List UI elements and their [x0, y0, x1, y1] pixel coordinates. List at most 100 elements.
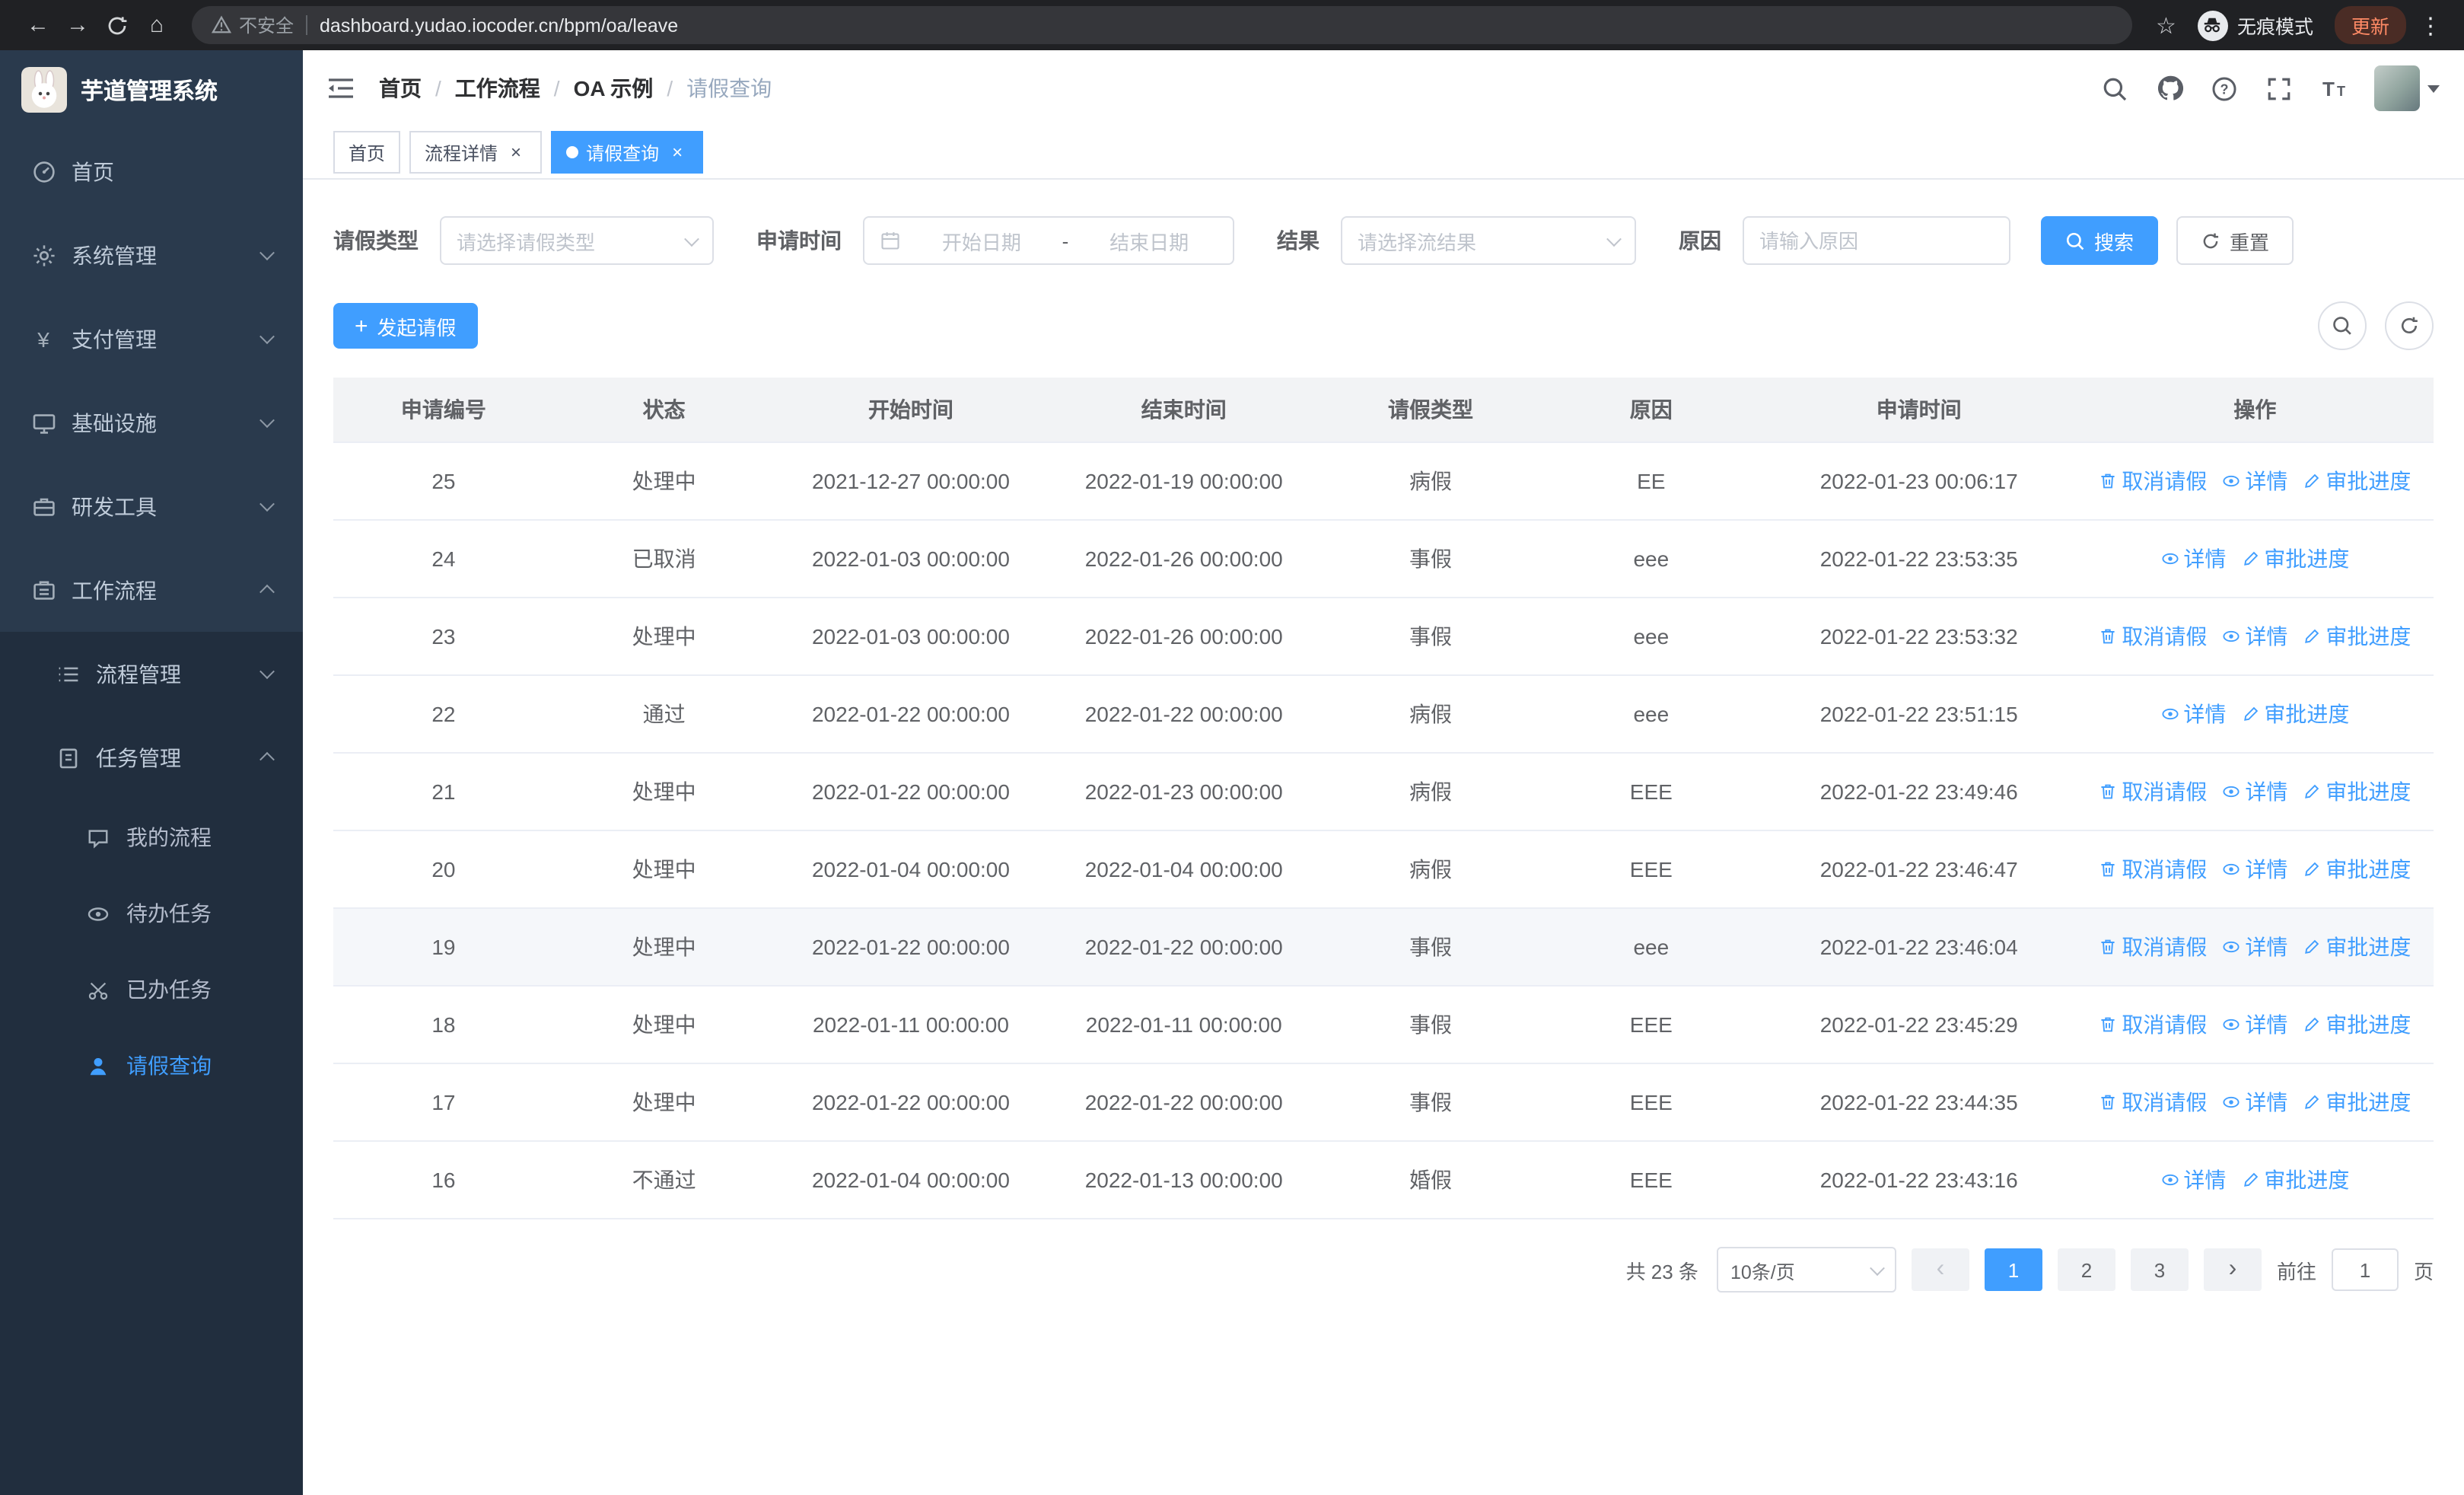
- create-leave-button[interactable]: + 发起请假: [333, 303, 478, 349]
- sidebar-item-payment[interactable]: ¥ 支付管理: [0, 297, 303, 381]
- result-select[interactable]: 请选择流结果: [1341, 216, 1636, 265]
- tab-leave-query[interactable]: 请假查询 ×: [551, 131, 704, 174]
- sidebar-item-devtools[interactable]: 研发工具: [0, 464, 303, 548]
- cell-actions: 取消请假 详情 审批进度: [2076, 753, 2434, 831]
- fullscreen-icon[interactable]: [2265, 74, 2294, 103]
- page-button-2[interactable]: 2: [2057, 1248, 2115, 1291]
- reset-button[interactable]: 重置: [2176, 216, 2294, 265]
- chat-icon: [85, 824, 111, 850]
- cancel-leave-link[interactable]: 取消请假: [2099, 776, 2207, 807]
- reload-button[interactable]: [97, 5, 137, 45]
- security-warning[interactable]: 不安全: [212, 12, 294, 38]
- sidebar-item-my-process[interactable]: 我的流程: [0, 799, 303, 875]
- cancel-leave-link[interactable]: 取消请假: [2099, 854, 2207, 885]
- reason-input[interactable]: [1743, 216, 2010, 265]
- progress-link[interactable]: 审批进度: [2303, 1087, 2411, 1117]
- collapse-sidebar-button[interactable]: [327, 76, 355, 100]
- incognito-icon: [2197, 10, 2228, 40]
- cell-apply-time: 2022-01-22 23:53:35: [1761, 520, 2077, 598]
- browser-menu-button[interactable]: ⋮: [2415, 11, 2446, 39]
- apply-time-label: 申请时间: [756, 228, 842, 253]
- sidebar-item-workflow[interactable]: 工作流程: [0, 548, 303, 632]
- page-size-value: 10条/页: [1730, 1261, 1795, 1283]
- detail-link[interactable]: 详情: [2222, 621, 2287, 652]
- search-icon[interactable]: [2100, 74, 2129, 103]
- search-button[interactable]: 搜索: [2041, 216, 2159, 265]
- apply-time-range-picker[interactable]: 开始日期 - 结束日期: [863, 216, 1234, 265]
- cancel-leave-link[interactable]: 取消请假: [2099, 621, 2207, 652]
- progress-link[interactable]: 审批进度: [2303, 932, 2411, 962]
- sidebar-item-process-management[interactable]: 流程管理: [0, 632, 303, 716]
- goto-page-input[interactable]: [2331, 1248, 2399, 1291]
- progress-link[interactable]: 审批进度: [2303, 854, 2411, 885]
- sidebar-item-done-tasks[interactable]: 已办任务: [0, 952, 303, 1028]
- col-header-end-time: 结束时间: [1047, 378, 1321, 443]
- cell-actions: 详情 审批进度: [2076, 1141, 2434, 1219]
- detail-link[interactable]: 详情: [2222, 466, 2287, 496]
- update-button[interactable]: 更新: [2334, 6, 2406, 44]
- breadcrumb-item-oa-example[interactable]: OA 示例: [574, 73, 654, 104]
- col-header-actions: 操作: [2076, 378, 2434, 443]
- progress-link[interactable]: 审批进度: [2303, 621, 2411, 652]
- toggle-search-button[interactable]: [2318, 301, 2367, 350]
- cancel-leave-link[interactable]: 取消请假: [2099, 1087, 2207, 1117]
- detail-link[interactable]: 详情: [2160, 1165, 2226, 1195]
- progress-link[interactable]: 审批进度: [2241, 1165, 2349, 1195]
- progress-link[interactable]: 审批进度: [2241, 699, 2349, 729]
- help-icon[interactable]: ?: [2210, 74, 2239, 103]
- sidebar-item-home[interactable]: 首页: [0, 129, 303, 213]
- address-bar[interactable]: 不安全 dashboard.yudao.iocoder.cn/bpm/oa/le…: [192, 6, 2132, 44]
- tab-process-detail[interactable]: 流程详情 ×: [409, 131, 543, 174]
- cell-leave-type: 事假: [1320, 598, 1541, 676]
- eye-icon: [2161, 708, 2178, 720]
- breadcrumb-item-workflow[interactable]: 工作流程: [455, 73, 540, 104]
- cancel-leave-link[interactable]: 取消请假: [2099, 1009, 2207, 1040]
- detail-link[interactable]: 详情: [2222, 854, 2287, 885]
- forward-button[interactable]: →: [58, 5, 97, 45]
- table-row: 18 处理中 2022-01-11 00:00:00 2022-01-11 00…: [333, 986, 2434, 1064]
- dashboard-icon: [30, 158, 56, 184]
- breadcrumb-item-home[interactable]: 首页: [379, 73, 422, 104]
- tab-home[interactable]: 首页: [333, 131, 401, 174]
- cell-status: 处理中: [553, 753, 775, 831]
- sidebar-item-infrastructure[interactable]: 基础设施: [0, 381, 303, 464]
- cell-apply-time: 2022-01-22 23:46:04: [1761, 908, 2077, 987]
- user-menu[interactable]: [2374, 65, 2440, 111]
- page-button-1[interactable]: 1: [1984, 1248, 2042, 1291]
- detail-link[interactable]: 详情: [2222, 776, 2287, 807]
- sidebar-item-leave-query[interactable]: 请假查询: [0, 1028, 303, 1104]
- detail-link[interactable]: 详情: [2160, 543, 2226, 574]
- progress-link[interactable]: 审批进度: [2241, 543, 2349, 574]
- prev-page-button[interactable]: ‹: [1911, 1248, 1969, 1291]
- security-warning-label: 不安全: [239, 15, 294, 37]
- bookmark-star-icon[interactable]: ☆: [2156, 11, 2176, 39]
- page-button-3[interactable]: 3: [2130, 1248, 2189, 1291]
- leave-type-label: 请假类型: [333, 228, 419, 253]
- trash-icon: [2101, 862, 2115, 877]
- detail-link[interactable]: 详情: [2222, 1087, 2287, 1117]
- next-page-button[interactable]: ›: [2203, 1248, 2262, 1291]
- cancel-leave-link[interactable]: 取消请假: [2099, 932, 2207, 962]
- github-icon[interactable]: [2155, 74, 2184, 103]
- home-button[interactable]: ⌂: [137, 5, 177, 45]
- progress-link[interactable]: 审批进度: [2303, 1009, 2411, 1040]
- progress-link[interactable]: 审批进度: [2303, 776, 2411, 807]
- close-icon[interactable]: ×: [505, 142, 527, 163]
- back-button[interactable]: ←: [18, 5, 58, 45]
- sidebar-item-task-management[interactable]: 任务管理: [0, 716, 303, 799]
- page-size-select[interactable]: 10条/页: [1716, 1247, 1896, 1293]
- cell-reason: EE: [1540, 442, 1762, 521]
- close-icon[interactable]: ×: [667, 142, 688, 163]
- leave-type-select[interactable]: 请选择请假类型: [440, 216, 714, 265]
- font-size-icon[interactable]: TT: [2319, 74, 2348, 103]
- table-row: 21 处理中 2022-01-22 00:00:00 2022-01-23 00…: [333, 753, 2434, 831]
- progress-link[interactable]: 审批进度: [2303, 466, 2411, 496]
- app-logo[interactable]: 芋道管理系统: [0, 50, 303, 129]
- detail-link[interactable]: 详情: [2222, 1009, 2287, 1040]
- refresh-table-button[interactable]: [2385, 301, 2434, 350]
- sidebar-item-system[interactable]: 系统管理: [0, 213, 303, 297]
- cancel-leave-link[interactable]: 取消请假: [2099, 466, 2207, 496]
- detail-link[interactable]: 详情: [2160, 699, 2226, 729]
- sidebar-item-todo-tasks[interactable]: 待办任务: [0, 875, 303, 952]
- detail-link[interactable]: 详情: [2222, 932, 2287, 962]
